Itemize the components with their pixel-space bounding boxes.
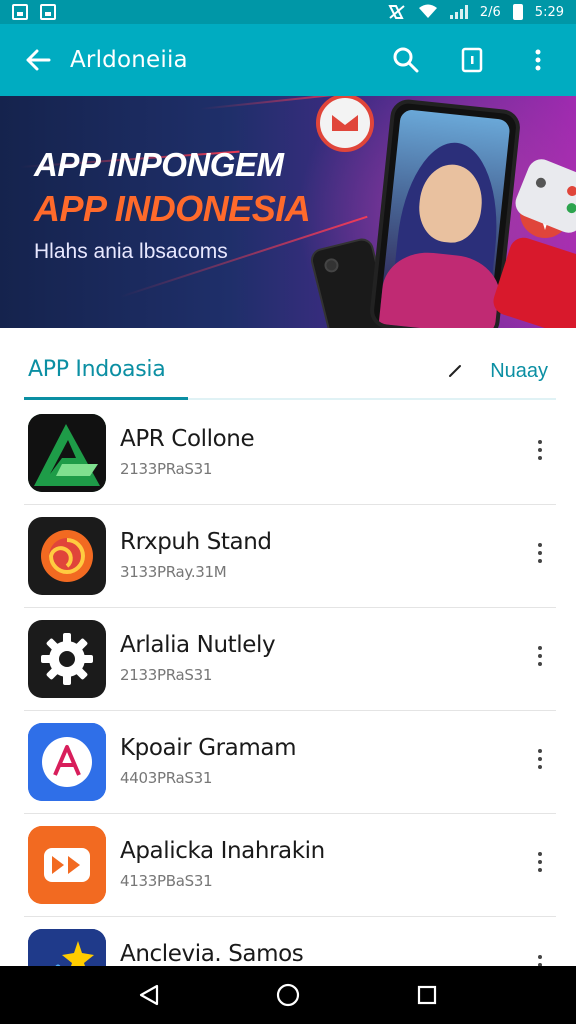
app-name: APR Collone [120,426,255,452]
app-list: APR Collone 2133PRaS31 Rrxpuh Stand 3133… [24,402,556,1020]
app-name: Rrxpuh Stand [120,529,272,555]
tab-bar: APP Indoasia Nuaay [24,342,556,400]
more-vert-icon[interactable] [530,533,550,573]
page-title: Arldoneiia [70,47,188,73]
status-left-icons [12,4,56,20]
more-vert-icon[interactable] [530,636,550,676]
list-item[interactable]: Apalicka Inahrakin 4133PBaS31 [24,814,556,917]
search-button[interactable] [386,40,426,80]
app-meta: 2133PRaS31 [120,460,213,478]
list-item[interactable]: APR Collone 2133PRaS31 [24,402,556,505]
nav-home-button[interactable] [268,975,308,1015]
banner-headline-2: APP INDONESIA [34,188,311,229]
arrow-a-icon [28,414,106,492]
a-logo-icon [28,723,106,801]
app-meta: 4133PBaS31 [120,872,213,890]
home-circle-icon [276,983,300,1007]
clock: 5:29 [534,4,564,20]
signal-icon [449,5,468,19]
banner-subtitle: Hlahs ania lbsacoms [34,240,228,263]
video-play-icon [28,826,106,904]
app-meta: 2133PRaS31 [120,666,213,684]
overflow-menu-button[interactable] [518,40,558,80]
app-list-panel: APP Indoasia Nuaay APR Collone 2133PRaS3… [0,328,576,1007]
nav-back-button[interactable] [129,975,169,1015]
tablet-button[interactable] [452,40,492,80]
mail-badge-icon [316,96,374,152]
recents-square-icon [417,985,436,1005]
more-vert-icon [535,49,541,71]
banner-headline-1: APP INPONGEM [34,146,284,183]
pencil-icon [449,365,461,377]
tab-app-indoasia[interactable]: APP Indoasia [24,342,188,400]
list-item[interactable]: Rrxpuh Stand 3133PRay.31M [24,505,556,608]
system-nav-bar [0,966,576,1024]
battery-icon [512,4,523,20]
app-meta: 4403PRaS31 [120,769,213,787]
promo-banner[interactable]: APP INPONGEM APP INDONESIA Hlahs ania lb… [0,96,576,328]
wifi-icon [418,4,437,18]
tab-link[interactable]: Nuaay [490,342,548,400]
edit-button[interactable] [442,358,468,384]
spiral-icon [28,517,106,595]
tablet-icon [461,47,483,73]
gear-icon [28,620,106,698]
list-item[interactable]: Arlalia Nutlely 2133PRaS31 [24,608,556,711]
app-bar: Arldoneiia [0,24,576,96]
app-name: Anclevia. Samos [120,941,304,967]
more-vert-icon[interactable] [530,430,550,470]
more-vert-icon[interactable] [530,739,550,779]
app-name: Arlalia Nutlely [120,632,276,658]
app-meta: 3133PRay.31M [120,563,227,581]
search-icon [393,47,419,73]
back-button[interactable] [18,40,58,80]
app-bar-actions [386,40,558,80]
nav-recents-button[interactable] [407,975,447,1015]
app-name: Kpoair Gramam [120,735,297,761]
arrow-left-icon [26,49,51,71]
image-icon [12,4,28,20]
network-label: 2/6 [479,4,501,20]
app-name: Apalicka Inahrakin [120,838,325,864]
back-triangle-icon [140,984,159,1006]
more-vert-icon[interactable] [530,842,550,882]
photo-icon [40,4,56,20]
status-bar: 2/6 5:29 [0,0,576,24]
status-right-icons: 2/6 5:29 [388,4,564,20]
list-item[interactable]: Kpoair Gramam 4403PRaS31 [24,711,556,814]
nfc-icon [388,5,405,19]
